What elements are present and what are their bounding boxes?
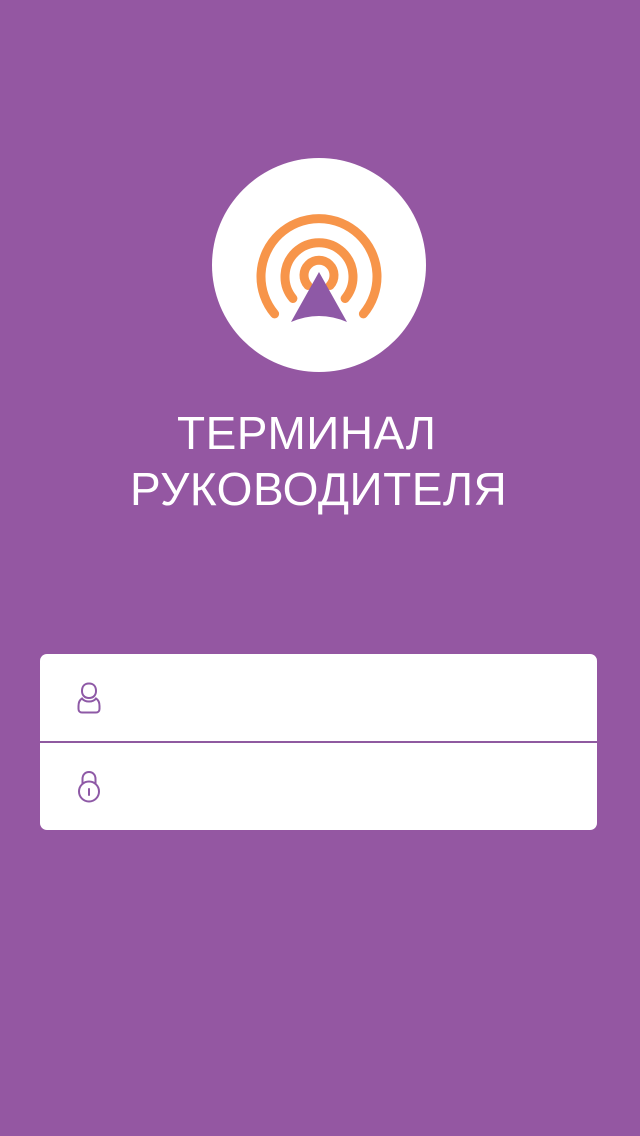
lock-icon — [74, 769, 104, 805]
username-input[interactable] — [126, 667, 586, 728]
password-field[interactable] — [40, 743, 597, 830]
app-logo — [212, 158, 426, 372]
app-title: ТЕРМИНАЛ РУКОВОДИТЕЛЯ — [0, 405, 640, 517]
signal-broadcast-logo-icon — [256, 214, 382, 322]
app-title-line1: ТЕРМИНАЛ — [177, 407, 437, 459]
user-icon — [74, 680, 104, 716]
username-field[interactable] — [40, 654, 597, 741]
password-input[interactable] — [126, 756, 586, 817]
login-form — [40, 654, 597, 830]
app-title-line2: РУКОВОДИТЕЛЯ — [130, 463, 508, 515]
